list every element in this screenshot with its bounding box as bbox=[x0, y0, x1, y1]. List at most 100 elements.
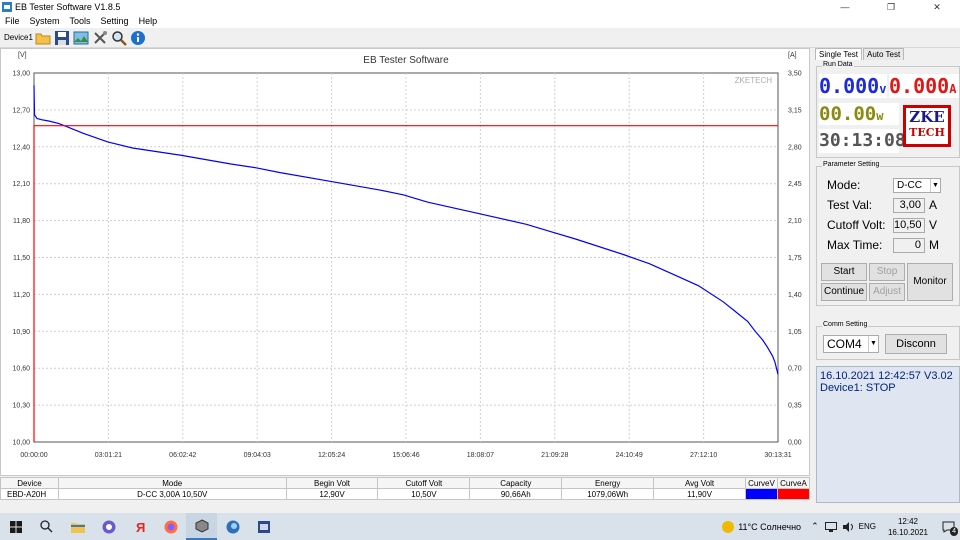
folder-icon bbox=[70, 522, 85, 533]
y-left-unit: [V] bbox=[18, 52, 27, 59]
power-value: 00.00 bbox=[819, 103, 877, 125]
x-tick-label: 06:02:42 bbox=[169, 452, 196, 459]
test-val-row: Test Val: 3,00 A bbox=[827, 197, 955, 213]
logo-text-tech: TECH bbox=[909, 126, 945, 139]
menu-setting[interactable]: Setting bbox=[96, 16, 134, 26]
chevron-up-icon[interactable]: ⌃ bbox=[811, 521, 819, 532]
parameter-setting-legend: Parameter Setting bbox=[822, 161, 881, 168]
network-icon[interactable] bbox=[824, 521, 837, 532]
search-icon[interactable] bbox=[111, 30, 127, 46]
mode-select-value: D-CC bbox=[897, 179, 922, 191]
test-val-input[interactable]: 3,00 bbox=[893, 197, 925, 213]
com-port-value: COM4 bbox=[827, 336, 862, 351]
clock-time: 12:42 bbox=[897, 516, 918, 526]
x-tick-label: 15:06:46 bbox=[392, 452, 419, 459]
cell-energy: 1079,06Wh bbox=[561, 488, 655, 500]
header-mode: Mode bbox=[57, 477, 287, 489]
y-right-tick-label: 3,15 bbox=[788, 107, 802, 114]
header-avg-volt: Avg Volt bbox=[653, 477, 746, 489]
volume-icon[interactable] bbox=[842, 521, 854, 532]
y-right-tick-label: 0,70 bbox=[788, 366, 802, 373]
firefox-icon bbox=[164, 520, 177, 533]
menu-bar: File System Tools Setting Help bbox=[0, 14, 960, 28]
y-right-tick-label: 0,35 bbox=[788, 403, 802, 410]
minimize-button[interactable]: — bbox=[822, 0, 868, 14]
cutoff-volt-input[interactable]: 10,50 bbox=[893, 217, 925, 233]
y-right-tick-label: 2,80 bbox=[788, 144, 802, 151]
sun-weather-icon bbox=[722, 520, 735, 533]
info-icon[interactable] bbox=[130, 30, 146, 46]
toolbar: Device1 bbox=[0, 28, 960, 48]
title-bar: EB Tester Software V1.8.5 — ❐ ✕ bbox=[0, 0, 960, 14]
logo-text-zke: ZKE bbox=[909, 108, 945, 126]
close-button[interactable]: ✕ bbox=[914, 0, 960, 14]
header-energy: Energy bbox=[561, 477, 655, 489]
start-button[interactable] bbox=[0, 513, 31, 540]
menu-file[interactable]: File bbox=[0, 16, 25, 26]
svg-text:Я: Я bbox=[136, 520, 145, 534]
y-left-tick-label: 12,40 bbox=[12, 144, 30, 151]
taskbar-firefox[interactable] bbox=[155, 513, 186, 540]
y-right-tick-label: 2,10 bbox=[788, 218, 802, 225]
header-device: Device bbox=[0, 477, 59, 489]
tab-auto-test[interactable]: Auto Test bbox=[863, 48, 905, 60]
continue-button[interactable]: Continue bbox=[821, 283, 867, 301]
chart-panel: 13,00 3,50 12,70 3,15 12,40 2,80 12,10 2,45 11,8… bbox=[0, 48, 810, 476]
maximize-button[interactable]: ❐ bbox=[868, 0, 914, 14]
disconnect-button[interactable]: Disconn bbox=[885, 334, 947, 354]
app-window-icon bbox=[257, 520, 270, 533]
status-line-datetime: 16.10.2021 12:42:57 V3.02 bbox=[820, 370, 953, 382]
x-tick-label: 30:13:31 bbox=[764, 452, 791, 459]
menu-tools[interactable]: Tools bbox=[65, 16, 96, 26]
taskbar-yandex[interactable]: Я bbox=[124, 513, 155, 540]
cell-mode: D-CC 3,00A 10,50V bbox=[57, 488, 287, 500]
tools-icon[interactable] bbox=[92, 30, 108, 46]
menu-system[interactable]: System bbox=[25, 16, 65, 26]
header-curve-a: CurveA bbox=[776, 477, 811, 489]
adjust-button[interactable]: Adjust bbox=[869, 283, 905, 301]
power-unit: w bbox=[876, 109, 884, 123]
monitor-button[interactable]: Monitor bbox=[907, 263, 953, 301]
windows-logo-icon bbox=[9, 520, 22, 533]
x-tick-label: 21:09:28 bbox=[541, 452, 568, 459]
save-disk-icon[interactable] bbox=[54, 30, 70, 46]
table-row[interactable]: EBD-A20H D-CC 3,00A 10,50V 12,90V 10,50V… bbox=[0, 488, 811, 500]
cutoff-volt-label: Cutoff Volt: bbox=[827, 218, 886, 232]
taskbar-app-blue[interactable] bbox=[217, 513, 248, 540]
curve-v-color-swatch[interactable] bbox=[744, 488, 778, 500]
x-tick-label: 00:00:00 bbox=[20, 452, 47, 459]
chevron-down-icon: ▼ bbox=[930, 178, 940, 192]
taskbar-app-browser-1[interactable] bbox=[93, 513, 124, 540]
y-left-tick-label: 13,00 bbox=[12, 71, 30, 78]
cutoff-volt-unit: V bbox=[929, 218, 938, 232]
taskbar-app-tool[interactable] bbox=[248, 513, 279, 540]
notification-center[interactable]: 4 bbox=[936, 513, 960, 540]
taskbar-search[interactable] bbox=[31, 513, 62, 540]
stop-button[interactable]: Stop bbox=[869, 263, 905, 281]
language-indicator[interactable]: ENG bbox=[859, 522, 876, 531]
current-unit: A bbox=[949, 82, 957, 96]
y-left-tick-label: 11,50 bbox=[13, 255, 30, 262]
curve-a-color-swatch[interactable] bbox=[776, 488, 811, 500]
clock[interactable]: 12:42 16.10.2021 bbox=[880, 516, 936, 538]
start-button[interactable]: Start bbox=[821, 263, 867, 281]
y-left-tick-label: 10,00 bbox=[12, 440, 30, 447]
y-right-tick-label: 1,40 bbox=[788, 292, 802, 299]
current-value: 0.000 bbox=[889, 74, 950, 98]
tab-single-test[interactable]: Single Test bbox=[815, 48, 862, 60]
max-time-input[interactable]: 0 bbox=[893, 237, 925, 253]
parameter-setting-group: Parameter Setting Mode: D-CC ▼ Test Val:… bbox=[816, 161, 960, 306]
weather-text[interactable]: 11°C Солнечно bbox=[738, 522, 801, 532]
header-cutoff-volt: Cutoff Volt bbox=[377, 477, 471, 489]
y-right-tick-label: 2,45 bbox=[788, 181, 802, 188]
open-folder-icon[interactable] bbox=[35, 30, 51, 46]
y-right-tick-label: 1,05 bbox=[788, 329, 802, 336]
com-port-select[interactable]: COM4 ▼ bbox=[823, 335, 879, 353]
taskbar-file-explorer[interactable] bbox=[62, 513, 93, 540]
x-tick-label: 27:12:10 bbox=[690, 452, 717, 459]
chart-image-icon[interactable] bbox=[73, 30, 89, 46]
mode-select[interactable]: D-CC ▼ bbox=[893, 177, 941, 193]
run-data-legend: Run Data bbox=[822, 61, 854, 68]
menu-help[interactable]: Help bbox=[134, 16, 163, 26]
taskbar-eb-tester[interactable] bbox=[186, 513, 217, 540]
